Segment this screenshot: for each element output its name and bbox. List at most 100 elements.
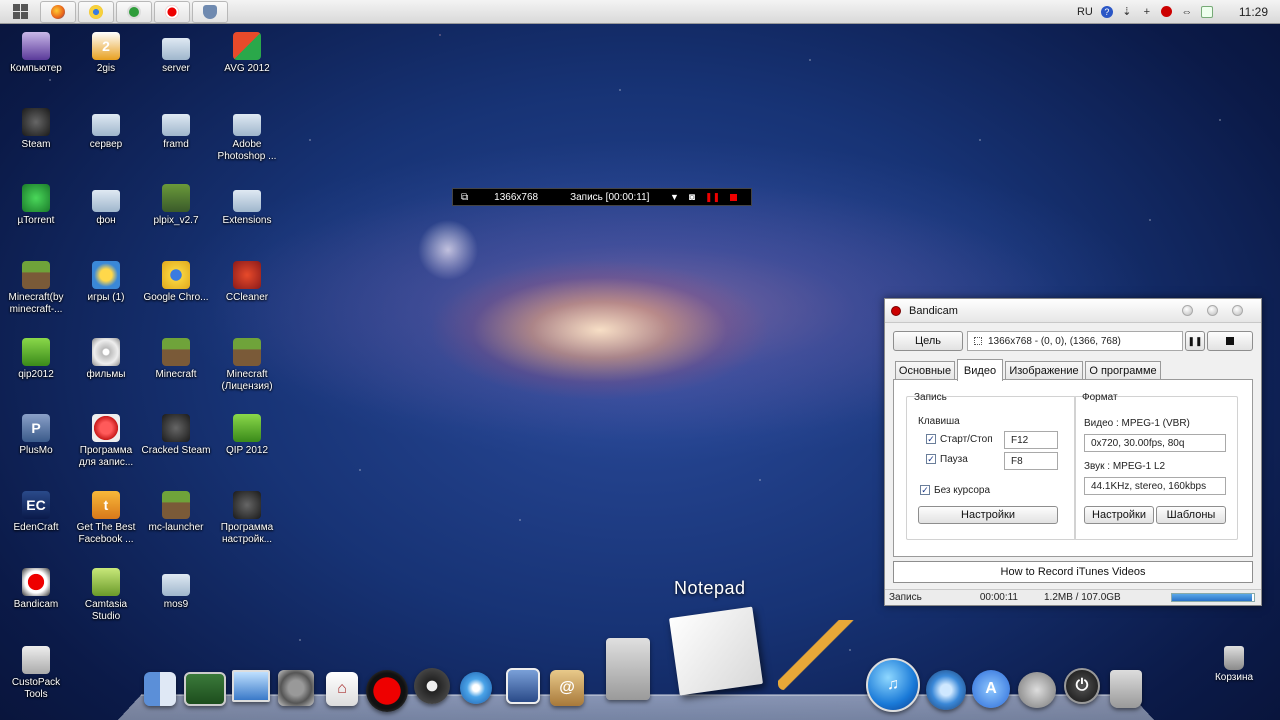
clock[interactable]: 11:29 xyxy=(1239,5,1268,19)
desktop-icon[interactable]: фильмы xyxy=(70,338,142,381)
rocket-icon[interactable] xyxy=(1018,672,1056,708)
minimize-icon[interactable] xyxy=(1182,305,1193,316)
desktop-icon[interactable]: Adobe Photoshop ... xyxy=(211,108,283,163)
window-mode-icon[interactable]: ⧉ xyxy=(461,192,468,203)
maximize-icon[interactable] xyxy=(1207,305,1218,316)
desktop-icon[interactable]: qip2012 xyxy=(0,338,72,381)
pause-label: Пауза xyxy=(940,454,968,465)
network-icon[interactable]: ⇔ xyxy=(1181,6,1193,18)
pause-checkbox[interactable]: ✓ xyxy=(926,454,936,464)
recording-overlay-bar[interactable]: ⧉ 1366x768 Запись [00:00:11] ▼ ◙ ❚❚ xyxy=(452,188,752,206)
steam-icon xyxy=(162,414,190,442)
desktop-icon[interactable]: Bandicam xyxy=(0,568,72,611)
no-cursor-checkbox[interactable]: ✓ xyxy=(920,485,930,495)
desktop-icon[interactable]: mc-launcher xyxy=(140,491,212,534)
record-icon[interactable] xyxy=(366,670,408,712)
record-tray-icon[interactable] xyxy=(1161,6,1173,18)
desktop-icon[interactable]: CustoPack Tools xyxy=(0,646,72,701)
gear-icon[interactable] xyxy=(278,670,314,706)
desktop-icon[interactable]: Steam xyxy=(0,108,72,151)
desktop-icon[interactable]: Minecraft xyxy=(140,338,212,381)
dropdown-icon[interactable]: ▼ xyxy=(670,192,679,202)
safari-icon[interactable] xyxy=(460,672,492,704)
tab-about[interactable]: О программе xyxy=(1085,361,1161,380)
notepad-icon[interactable] xyxy=(668,606,764,696)
start-stop-checkbox[interactable]: ✓ xyxy=(926,434,936,444)
recycle-bin[interactable]: Корзина xyxy=(1204,646,1264,683)
target-button[interactable]: Цель xyxy=(893,331,963,351)
taskbar-chrome[interactable] xyxy=(78,0,114,23)
target-field[interactable]: 1366x768 - (0, 0), (1366, 768) xyxy=(967,331,1183,351)
how-to-link-button[interactable]: How to Record iTunes Videos xyxy=(893,561,1253,583)
contacts-icon[interactable]: @ xyxy=(550,670,584,706)
record-settings-button[interactable]: Настройки xyxy=(918,506,1058,524)
desktop-icon[interactable]: фон xyxy=(70,184,142,227)
desktop-icon[interactable]: QIP 2012 xyxy=(211,414,283,457)
help-icon[interactable]: ? xyxy=(1100,5,1113,18)
tab-image[interactable]: Изображение xyxy=(1005,361,1083,380)
mail-icon[interactable] xyxy=(506,668,540,704)
desktop-icon[interactable]: plpix_v2.7 xyxy=(140,184,212,227)
message-icon[interactable] xyxy=(1200,5,1213,18)
templates-button[interactable]: Шаблоны xyxy=(1156,506,1226,524)
start-stop-key-field[interactable]: F12 xyxy=(1004,431,1058,449)
desktop-icon[interactable]: Minecraft (Лицензия) xyxy=(211,338,283,393)
itunes-icon[interactable]: ♫ xyxy=(866,658,920,712)
taskbar-vpn[interactable] xyxy=(192,0,228,23)
calculator-icon[interactable] xyxy=(606,638,650,700)
tab-general[interactable]: Основные xyxy=(895,361,955,380)
desktop-icon[interactable]: Программа настройк... xyxy=(211,491,283,546)
quicktime-icon[interactable] xyxy=(926,670,966,710)
dashboard-icon[interactable] xyxy=(414,668,450,704)
desktop-icon[interactable]: Cracked Steam xyxy=(140,414,212,457)
taskbar-firefox[interactable] xyxy=(40,0,76,23)
desktop-icon[interactable]: Программа для запис... xyxy=(70,414,142,469)
desktop-icon[interactable]: server xyxy=(140,32,212,75)
desktop-icon[interactable]: Google Chro... xyxy=(140,261,212,304)
pause-icon[interactable]: ❚❚ xyxy=(705,192,720,203)
monitor-icon[interactable] xyxy=(232,670,270,702)
developer-tools-icon[interactable] xyxy=(778,620,858,690)
tab-video[interactable]: Видео xyxy=(957,359,1003,381)
app-store-icon[interactable]: A xyxy=(972,670,1010,708)
pause-button[interactable]: ❚❚ xyxy=(1185,331,1205,351)
desktop-icon[interactable]: mos9 xyxy=(140,568,212,611)
recording-status: Запись [00:00:11] xyxy=(570,191,650,203)
desktop-icon[interactable]: framd xyxy=(140,108,212,151)
desktop-icon[interactable]: P PlusMo xyxy=(0,414,72,457)
camera-icon[interactable]: ◙ xyxy=(689,192,695,203)
close-icon[interactable] xyxy=(1232,305,1243,316)
taskbar: RU ? ⇣ + ⇔ 11:29 xyxy=(0,0,1280,24)
desktop-icon[interactable]: сервер xyxy=(70,108,142,151)
stop-icon[interactable] xyxy=(730,193,737,201)
desktop-icon[interactable]: Extensions xyxy=(211,184,283,227)
stop-button[interactable] xyxy=(1207,331,1253,351)
pin-icon[interactable]: ⇣ xyxy=(1121,6,1133,18)
home-icon[interactable]: ⌂ xyxy=(326,672,358,706)
desktop-icon[interactable]: µTorrent xyxy=(0,184,72,227)
minecraft-icon xyxy=(162,338,190,366)
taskbar-utorrent[interactable] xyxy=(116,0,152,23)
desktop-icon[interactable]: EC EdenCraft xyxy=(0,491,72,534)
desktop-icon[interactable]: игры (1) xyxy=(70,261,142,304)
desktop-icon[interactable]: Camtasia Studio xyxy=(70,568,142,623)
language-indicator[interactable]: RU xyxy=(1077,6,1093,18)
photo-icon[interactable] xyxy=(184,672,226,706)
desktop-icon[interactable]: AVG 2012 xyxy=(211,32,283,75)
finder-icon[interactable] xyxy=(144,672,176,706)
desktop-icon[interactable]: 2 2gis xyxy=(70,32,142,75)
format-settings-button[interactable]: Настройки xyxy=(1084,506,1154,524)
plus-icon[interactable]: + xyxy=(1141,6,1153,18)
desktop-icon[interactable]: t Get The Best Facebook ... xyxy=(70,491,142,546)
trash-dock-icon[interactable] xyxy=(1110,670,1142,708)
desktop-icon[interactable]: Компьютер xyxy=(0,32,72,75)
desktop-icon[interactable]: Minecraft(by minecraft-... xyxy=(0,261,72,316)
power-icon[interactable]: ⏻ xyxy=(1064,668,1100,704)
disk-progress-fill xyxy=(1172,594,1253,601)
bandicam-titlebar[interactable]: Bandicam xyxy=(885,299,1261,323)
start-button[interactable] xyxy=(2,1,38,23)
desktop-icon[interactable]: CCleaner xyxy=(211,261,283,304)
desktop-icon-label: 2gis xyxy=(96,63,116,74)
pause-key-field[interactable]: F8 xyxy=(1004,452,1058,470)
taskbar-bandicam[interactable] xyxy=(154,0,190,23)
